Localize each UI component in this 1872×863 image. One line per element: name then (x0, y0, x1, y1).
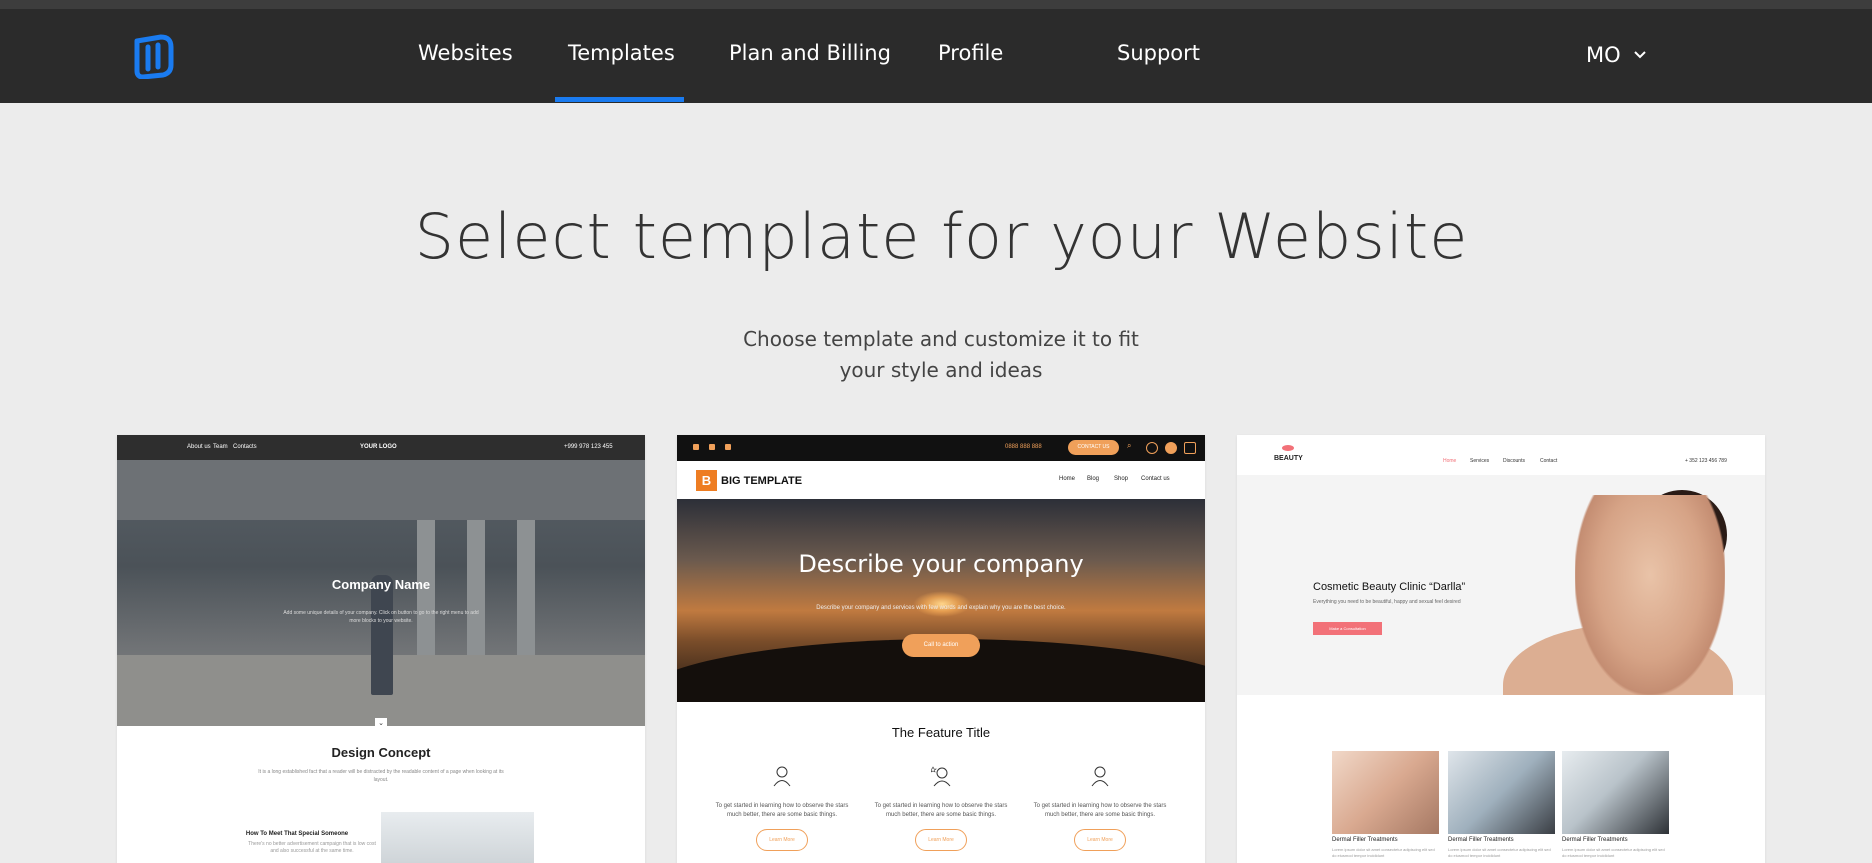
preview-service-title: Dermal Filler Treatments (1332, 837, 1398, 843)
preview-hero-title: Cosmetic Beauty Clinic “Darlla” (1313, 581, 1466, 593)
bag-icon (1184, 442, 1196, 454)
page-subtitle: Choose template and customize it to fit … (743, 327, 1139, 382)
youtube-icon (725, 444, 731, 450)
preview-section-title: Design Concept (331, 745, 431, 760)
preview-hero-title: Describe your company (798, 550, 1084, 578)
preview-service-title: Dermal Filler Treatments (1562, 837, 1628, 843)
preview-service-image (1448, 751, 1555, 834)
preview-menu-item: Discounts (1503, 458, 1525, 464)
template-card-beauty[interactable]: BEAUTY Home Services Discounts Contact +… (1237, 435, 1765, 863)
preview-brand-logo: B (696, 470, 717, 491)
template-preview-hero-image: Company Name Add some unique details of … (117, 460, 645, 726)
person-plus-icon (773, 766, 791, 787)
preview-learn-more-button: Learn More (915, 829, 967, 851)
preview-feature-column: To get started in learning how to observ… (1030, 765, 1170, 851)
preview-sub-title: How To Meet That Special Someone (245, 831, 349, 837)
scroll-down-icon: ⌄ (375, 718, 387, 726)
nav-templates[interactable]: Templates (568, 41, 675, 65)
search-icon: ⌕ (1127, 441, 1132, 450)
preview-person-figure (371, 575, 393, 695)
preview-service-title: Dermal Filler Treatments (1448, 837, 1514, 843)
preview-feature-text: To get started in learning how to observ… (715, 803, 849, 818)
preview-model-face (1575, 495, 1725, 695)
preview-menu-item: Home (1059, 476, 1076, 482)
user-icon (1146, 442, 1158, 454)
preview-service-image (1332, 751, 1439, 834)
preview-feature-title: The Feature Title (891, 725, 991, 740)
template-preview-hero-image: Cosmetic Beauty Clinic “Darlla” Everythi… (1237, 475, 1765, 695)
browser-top-strip (0, 0, 1872, 9)
preview-brand-name: BEAUTY (1274, 455, 1303, 462)
twitter-icon (709, 444, 715, 450)
preview-feature-column: To get started in learning how to observ… (871, 765, 1011, 851)
preview-sub-text: There's no better advertisement campaign… (248, 841, 376, 854)
preview-menu-item: Home (1443, 458, 1457, 464)
template-preview-topbar: 0888 888 888 CONTACT US ⌕ (677, 435, 1205, 461)
preview-consultation-button: Make a Consultation (1313, 622, 1382, 635)
preview-feature-text: To get started in learning how to observ… (874, 803, 1008, 818)
active-tab-indicator (555, 97, 684, 102)
preview-brand-name: BIG TEMPLATE (721, 475, 803, 487)
user-menu[interactable]: MO (1586, 43, 1647, 67)
preview-section-text: It is a long established fact that a rea… (258, 769, 504, 783)
user-initials: MO (1586, 43, 1621, 67)
lips-logo-icon (1282, 445, 1294, 451)
preview-menu-item: Services (1470, 458, 1490, 464)
template-preview-topbar: About us Team Contacts YOUR LOGO +999 97… (117, 435, 645, 460)
preview-phone: 0888 888 888 (1005, 444, 1042, 450)
template-preview-header: B BIG TEMPLATE Home Blog Shop Contact us (677, 461, 1205, 499)
preview-logo: YOUR LOGO (360, 444, 397, 450)
template-preview-header: BEAUTY Home Services Discounts Contact +… (1237, 435, 1765, 475)
person-icon (1091, 766, 1109, 787)
preview-service-text: Lorem ipsum dolor sit amet consectetur a… (1448, 847, 1551, 858)
page-title: Select template for your Website (414, 200, 1469, 273)
chevron-down-icon (1633, 51, 1646, 59)
person-star-icon (929, 766, 951, 787)
preview-feature-column: To get started in learning how to observ… (712, 765, 852, 851)
preview-contact-button: CONTACT US (1068, 440, 1119, 455)
preview-menu-item: Contact (1540, 458, 1558, 464)
preview-hero-sub: Everything you need to be beautiful, hap… (1313, 599, 1461, 605)
preview-menu-item: Blog (1087, 476, 1100, 482)
top-navigation: Websites Templates Plan and Billing Prof… (0, 9, 1872, 103)
preview-menu-item: Contact us (1141, 476, 1170, 482)
preview-service-text: Lorem ipsum dolor sit amet consectetur a… (1332, 847, 1435, 858)
preview-hero-desc: Describe your company and services with … (816, 605, 1066, 611)
nav-support[interactable]: Support (1117, 41, 1200, 65)
facebook-icon (693, 444, 699, 450)
nav-websites[interactable]: Websites (418, 41, 513, 65)
preview-hero-title: Company Name (331, 577, 431, 592)
preview-office-image (381, 812, 534, 863)
app-logo-icon[interactable] (131, 33, 177, 79)
preview-learn-more-button: Learn More (1074, 829, 1126, 851)
preview-menu-item: Team (213, 444, 228, 450)
preview-hero-desc: Add some unique details of your company.… (283, 610, 479, 624)
preview-menu-item: About us (187, 444, 211, 450)
preview-service-image (1562, 751, 1669, 834)
preview-learn-more-button: Learn More (756, 829, 808, 851)
nav-profile[interactable]: Profile (938, 41, 1003, 65)
preview-phone: +999 978 123 455 (564, 444, 613, 450)
template-card-big-template[interactable]: 0888 888 888 CONTACT US ⌕ B BIG TEMPLATE… (677, 435, 1205, 863)
template-card-company[interactable]: About us Team Contacts YOUR LOGO +999 97… (117, 435, 645, 863)
cart-badge-icon (1165, 442, 1177, 454)
preview-menu-item: Shop (1114, 476, 1129, 482)
preview-service-text: Lorem ipsum dolor sit amet consectetur a… (1562, 847, 1665, 858)
preview-menu-item: Contacts (233, 444, 257, 450)
preview-feature-text: To get started in learning how to observ… (1033, 803, 1167, 818)
preview-phone: + 352 123 456 789 (1685, 458, 1727, 464)
template-preview-hero-image: Describe your company Describe your comp… (677, 499, 1205, 702)
preview-cta-button: Call to action (902, 634, 980, 657)
nav-plan-and-billing[interactable]: Plan and Billing (729, 41, 891, 65)
